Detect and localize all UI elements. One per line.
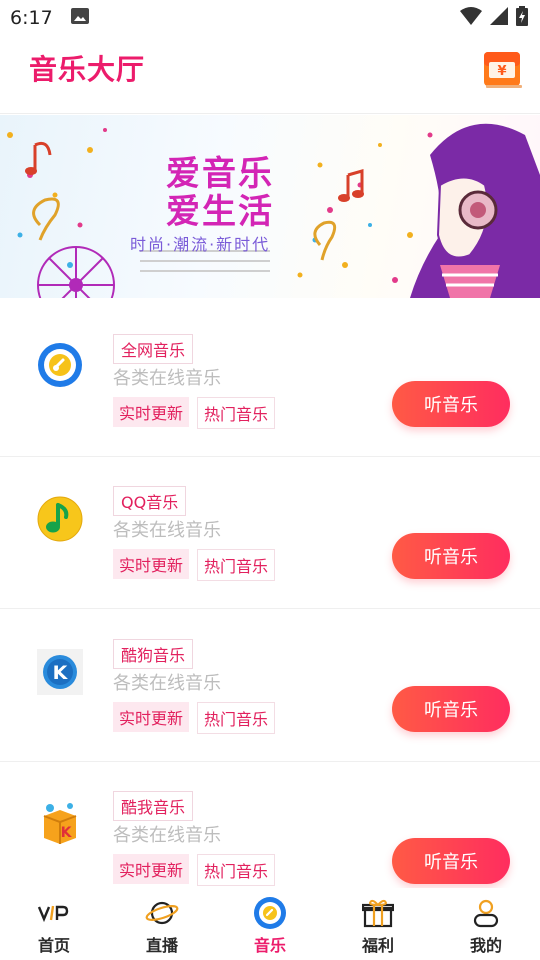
- realtime-tag: 实时更新: [113, 702, 190, 732]
- realtime-tag: 实时更新: [113, 854, 190, 884]
- hot-music-tag: 热门音乐: [197, 702, 276, 734]
- tab-label: 我的: [469, 936, 502, 955]
- wallet-symbol: ¥: [497, 64, 506, 79]
- source-name: 酷狗音乐: [113, 639, 194, 669]
- gift-icon: [361, 896, 395, 930]
- wifi-icon: [460, 6, 482, 30]
- source-description: 各类在线音乐: [113, 673, 221, 694]
- kugou-music-logo-icon: K: [36, 648, 84, 696]
- kuwo-music-logo-icon: K: [36, 800, 84, 848]
- tab-label: 福利: [361, 936, 394, 955]
- tab-label: 音乐: [253, 936, 286, 955]
- realtime-tag: 实时更新: [113, 397, 190, 427]
- hot-music-tag: 热门音乐: [197, 549, 276, 581]
- source-description: 各类在线音乐: [113, 368, 221, 389]
- tab-music[interactable]: 音乐: [216, 888, 324, 960]
- banner-slogan: 时尚·潮流·新时代: [130, 235, 271, 254]
- music-disc-icon: [253, 896, 287, 930]
- banner-line1: 爱音乐: [166, 154, 274, 194]
- user-icon: [469, 896, 503, 930]
- signal-icon: [490, 6, 508, 30]
- tab-live[interactable]: 直播: [108, 888, 216, 960]
- hot-music-tag: 热门音乐: [197, 397, 276, 429]
- listen-button[interactable]: 听音乐: [392, 381, 510, 427]
- list-item: QQ音乐 各类在线音乐 实时更新 热门音乐 听音乐: [0, 457, 540, 609]
- source-description: 各类在线音乐: [113, 825, 221, 846]
- tab-welfare[interactable]: 福利: [324, 888, 432, 960]
- app-header: 音乐大厅 ¥: [0, 36, 540, 114]
- listen-button[interactable]: 听音乐: [392, 686, 510, 732]
- planet-icon: [145, 896, 179, 930]
- hot-music-tag: 热门音乐: [197, 854, 276, 886]
- wallet-button[interactable]: ¥: [483, 50, 523, 90]
- tab-home[interactable]: 首页: [0, 888, 108, 960]
- banner-line2: 爱生活: [166, 192, 274, 232]
- list-item: 全网音乐 各类在线音乐 实时更新 热门音乐 听音乐: [0, 305, 540, 457]
- vip-icon: [37, 896, 71, 930]
- svg-text:K: K: [61, 825, 73, 841]
- svg-text:K: K: [53, 662, 69, 684]
- status-time: 6:17: [10, 7, 53, 29]
- qq-music-logo-icon: [36, 495, 84, 543]
- bottom-tab-bar: 首页 直播 音乐 福利 我的: [0, 888, 540, 960]
- listen-button[interactable]: 听音乐: [392, 838, 510, 884]
- red-envelope-icon: ¥: [484, 52, 522, 88]
- battery-icon: [516, 5, 528, 31]
- source-name: QQ音乐: [113, 486, 187, 516]
- page-title: 音乐大厅: [29, 53, 146, 86]
- image-notification-icon: [70, 7, 89, 29]
- realtime-tag: 实时更新: [113, 549, 190, 579]
- source-name: 酷我音乐: [113, 791, 194, 821]
- source-name: 全网音乐: [113, 334, 194, 364]
- source-description: 各类在线音乐: [113, 520, 221, 541]
- list-item: K 酷狗音乐 各类在线音乐 实时更新 热门音乐 听音乐: [0, 610, 540, 762]
- listen-button[interactable]: 听音乐: [392, 533, 510, 579]
- banner-headline: 爱音乐 爱生活: [140, 155, 300, 231]
- tab-profile[interactable]: 我的: [432, 888, 540, 960]
- promo-banner[interactable]: 爱音乐 爱生活 时尚·潮流·新时代: [0, 115, 540, 298]
- status-bar: 6:17: [0, 0, 540, 36]
- quanwang-music-logo-icon: [36, 341, 84, 389]
- tab-label: 直播: [145, 936, 178, 955]
- tab-label: 首页: [37, 936, 70, 955]
